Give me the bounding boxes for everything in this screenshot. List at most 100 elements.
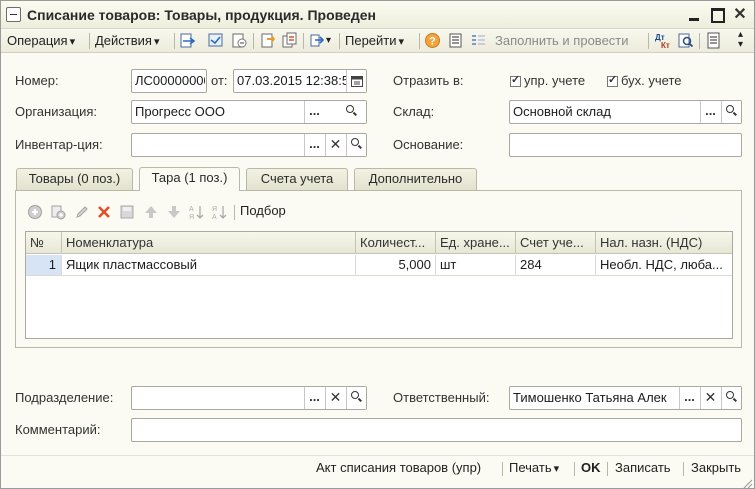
edit-row-icon[interactable] [74, 204, 90, 220]
svg-text:Кт: Кт [661, 41, 670, 49]
table-row-unit-cell[interactable]: шт [436, 255, 516, 276]
magnifier-icon [346, 105, 358, 117]
main-toolbar: Операция Действия [1, 29, 754, 53]
svg-text:Я: Я [212, 206, 217, 213]
create-based-on-icon[interactable] [259, 32, 276, 49]
tab-accounts[interactable]: Счета учета [246, 168, 348, 190]
save-button[interactable]: Записать [615, 460, 671, 475]
mgmt-accounting-checkbox[interactable] [510, 73, 521, 87]
column-header-account[interactable]: Счет уче... [516, 232, 596, 254]
structure-icon[interactable] [309, 32, 326, 49]
sort-descending-icon[interactable]: Я A [212, 204, 228, 220]
warehouse-label: Склад: [393, 104, 435, 119]
goto-menu-label: Перейти [345, 33, 397, 48]
goto-menu[interactable]: Перейти [345, 32, 404, 50]
department-field[interactable]: ... ✕ [131, 386, 367, 410]
column-header-vat-purpose[interactable]: Нал. назн. (НДС) [596, 232, 732, 254]
responsible-field[interactable]: Тимошенко Татьяна Алек ... ✕ [509, 386, 742, 410]
table-row-vat-purpose-cell[interactable]: Необл. НДС, люба... [596, 255, 732, 276]
column-header-number[interactable]: № [26, 232, 62, 254]
resize-grip-icon[interactable] [741, 477, 753, 489]
column-header-quantity[interactable]: Количест... [356, 232, 436, 254]
calendar-button[interactable] [346, 70, 366, 92]
responsible-open-button[interactable] [721, 387, 741, 409]
bottom-command-bar: Акт списания товаров (упр) Печать OK Зап… [1, 455, 754, 479]
department-clear-button[interactable]: ✕ [325, 387, 345, 409]
bottom-separator [683, 462, 684, 476]
inventory-field[interactable]: ... ✕ [131, 133, 367, 157]
tab-goods[interactable]: Товары (0 поз.) [16, 168, 133, 190]
document-window: Списание товаров: Товары, продукция. Про… [0, 0, 755, 489]
warehouse-open-button[interactable] [721, 101, 741, 123]
minimize-button[interactable] [684, 5, 704, 25]
toolbar-separator [419, 33, 420, 49]
responsible-clear-button[interactable]: ✕ [700, 387, 720, 409]
maximize-button[interactable] [707, 5, 727, 25]
inventory-open-button[interactable] [346, 134, 366, 156]
copy-row-icon[interactable] [50, 204, 66, 220]
ok-button[interactable]: OK [581, 460, 601, 475]
organization-field[interactable]: Прогресс ООО ... [131, 100, 367, 124]
inventory-clear-button[interactable]: ✕ [325, 134, 345, 156]
comment-field[interactable] [131, 418, 742, 442]
comment-label: Комментарий: [15, 422, 101, 437]
move-up-icon[interactable] [143, 204, 159, 220]
bottom-separator [574, 462, 575, 476]
inventory-select-button[interactable]: ... [304, 134, 324, 156]
print-act-button[interactable]: Акт списания товаров (упр) [316, 460, 481, 475]
document-journal-icon[interactable] [705, 32, 722, 49]
fill-icon[interactable] [470, 32, 487, 49]
find-icon[interactable] [677, 32, 694, 49]
magnifier-icon [350, 391, 363, 403]
bottom-separator [502, 462, 503, 476]
date-field[interactable]: 07.03.2015 12:38:5 [233, 69, 367, 93]
delete-row-icon[interactable] [96, 204, 112, 220]
table-row-account-cell[interactable]: 284 [516, 255, 596, 276]
organization-open-button[interactable] [325, 101, 366, 123]
actions-menu-label: Действия [95, 33, 152, 48]
movements-report-icon[interactable] [447, 32, 464, 49]
responsible-label: Ответственный: [393, 390, 490, 405]
table-row-nomenclature-cell[interactable]: Ящик пластмассовый [62, 255, 356, 276]
fill-and-post-button[interactable]: Заполнить и провести [495, 32, 629, 50]
print-menu[interactable]: Печать [509, 460, 559, 475]
organization-select-button[interactable]: ... [304, 101, 324, 123]
department-open-button[interactable] [346, 387, 366, 409]
number-field[interactable]: ЛС00000000 [131, 69, 207, 93]
copy-document-icon[interactable] [281, 32, 298, 49]
operation-menu[interactable]: Операция [7, 32, 75, 50]
table-row-number-cell[interactable]: 1 [26, 255, 62, 276]
select-items-button[interactable]: Подбор [240, 203, 286, 218]
toolbar-overflow-icon[interactable]: ▴ ▾ [738, 30, 743, 50]
unpost-icon[interactable] [231, 32, 248, 49]
close-button[interactable]: Закрыть [691, 460, 741, 475]
column-header-nomenclature[interactable]: Номенклатура [62, 232, 356, 254]
post-and-close-icon[interactable] [179, 32, 196, 49]
close-window-button[interactable]: ✕ [730, 5, 750, 25]
reflect-label: Отразить в: [393, 73, 464, 88]
basis-field[interactable] [509, 133, 742, 157]
actions-menu[interactable]: Действия [95, 32, 160, 50]
warehouse-value: Основной склад [513, 104, 611, 119]
window-menu-icon[interactable] [6, 7, 21, 22]
tab-additional[interactable]: Дополнительно [354, 168, 477, 190]
warehouse-field[interactable]: Основной склад ... [509, 100, 742, 124]
end-edit-icon[interactable] [119, 204, 135, 220]
structure-dropdown-icon[interactable]: ▾ [326, 32, 331, 50]
post-icon[interactable] [207, 32, 224, 49]
help-icon[interactable]: ? [424, 32, 441, 49]
column-header-unit[interactable]: Ед. хране... [436, 232, 516, 254]
packaging-tab-panel: A Я Я A Подбор № Номенклатура Количест..… [15, 190, 742, 348]
table-row-quantity-cell[interactable]: 5,000 [356, 255, 436, 276]
responsible-select-button[interactable]: ... [679, 387, 699, 409]
fin-accounting-checkbox[interactable] [607, 73, 618, 87]
operation-menu-label: Операция [7, 33, 68, 48]
department-select-button[interactable]: ... [304, 387, 324, 409]
sort-ascending-icon[interactable]: A Я [189, 204, 205, 220]
move-down-icon[interactable] [166, 204, 182, 220]
warehouse-select-button[interactable]: ... [700, 101, 720, 123]
dt-kt-icon[interactable]: Дт Кт [654, 32, 671, 49]
add-row-icon[interactable] [27, 204, 43, 220]
toolbar-separator [89, 33, 90, 49]
tab-packaging[interactable]: Тара (1 поз.) [139, 167, 240, 191]
